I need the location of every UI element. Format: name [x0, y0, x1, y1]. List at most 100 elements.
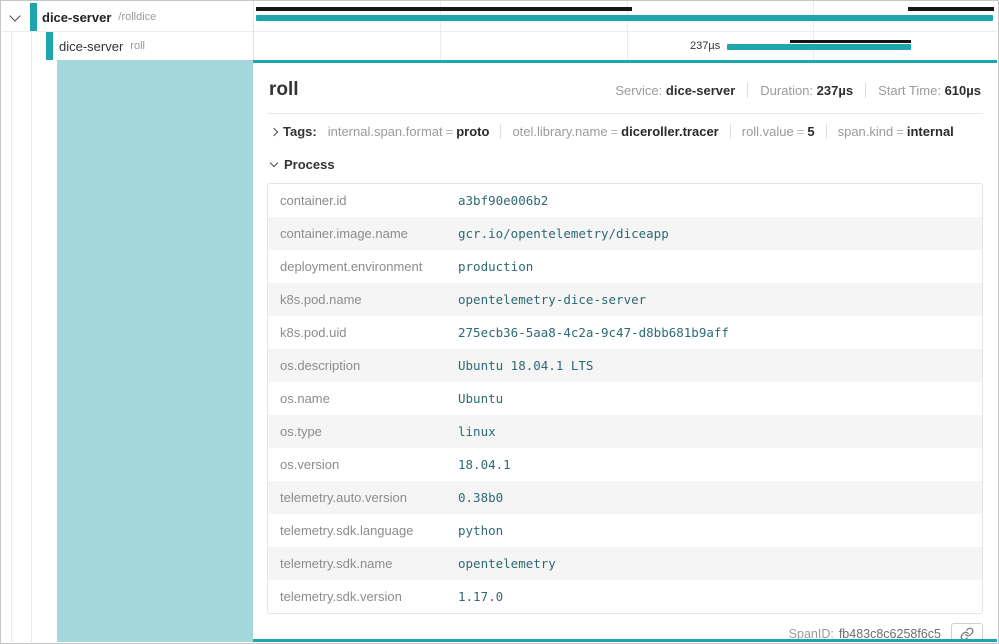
span-duration-label: 237µs	[690, 40, 720, 52]
chevron-right-icon	[270, 127, 278, 135]
process-value: opentelemetry	[446, 547, 982, 580]
table-row: os.nameUbuntu	[268, 382, 982, 415]
meta-duration: Duration: 237µs	[747, 83, 853, 98]
meta-service-label: Service:	[615, 83, 662, 98]
meta-duration-label: Duration:	[760, 83, 813, 98]
process-key: deployment.environment	[268, 250, 446, 283]
process-key-value-table: container.ida3bf90e006b2 container.image…	[267, 183, 983, 614]
process-value: python	[446, 514, 982, 547]
process-value: 1.17.0	[446, 580, 982, 613]
process-key: container.id	[268, 184, 446, 217]
tag-equals: =	[608, 124, 622, 139]
meta-service-value: dice-server	[666, 83, 735, 98]
expanded-span-accent[interactable]	[57, 60, 253, 642]
tag-key: span.kind	[838, 124, 894, 139]
span-detail-title: roll	[269, 79, 299, 101]
spanid-label: SpanID:	[789, 627, 834, 641]
collapse-chevron-down-icon[interactable]	[9, 10, 20, 21]
span-name-column[interactable]: dice-server roll	[2, 32, 253, 60]
process-key: os.version	[268, 448, 446, 481]
tag-value: diceroller.tracer	[621, 124, 719, 139]
span-timeline-cell[interactable]: 237µs	[253, 32, 997, 60]
tree-guide-line	[31, 32, 32, 642]
table-row: container.ida3bf90e006b2	[268, 184, 982, 217]
chevron-down-icon	[270, 159, 278, 167]
table-row: os.version18.04.1	[268, 448, 982, 481]
table-row: os.descriptionUbuntu 18.04.1 LTS	[268, 349, 982, 382]
span-row-root[interactable]: dice-server /rolldice	[2, 3, 997, 32]
span-timeline-cell[interactable]	[253, 3, 997, 31]
tag-value: 5	[807, 124, 814, 139]
span-bar-roll[interactable]	[727, 44, 912, 50]
tags-label: Tags:	[283, 124, 317, 139]
copy-deep-link-button[interactable]	[951, 623, 983, 642]
process-label: Process	[284, 157, 335, 172]
process-key: os.type	[268, 415, 446, 448]
tag-key: otel.library.name	[512, 124, 607, 139]
meta-duration-value: 237µs	[817, 83, 853, 98]
tag-value: internal	[907, 124, 954, 139]
table-row: deployment.environmentproduction	[268, 250, 982, 283]
process-key: k8s.pod.name	[268, 283, 446, 316]
span-bar-root[interactable]	[256, 15, 993, 21]
process-key: os.description	[268, 349, 446, 382]
table-row: k8s.pod.nameopentelemetry-dice-server	[268, 283, 982, 316]
span-detail-header: roll Service: dice-server Duration: 237µ…	[267, 73, 983, 114]
tag-item: span.kind=internal	[826, 124, 965, 139]
table-row: telemetry.sdk.languagepython	[268, 514, 982, 547]
process-value: production	[446, 250, 982, 283]
link-icon	[960, 627, 974, 641]
span-operation-name: /rolldice	[118, 11, 156, 23]
process-key: telemetry.sdk.name	[268, 547, 446, 580]
process-value: linux	[446, 415, 982, 448]
span-detail-footer: SpanID: fb483c8c6258f6c5	[267, 623, 983, 642]
meta-start-label: Start Time:	[878, 83, 941, 98]
tag-item: otel.library.name=diceroller.tracer	[500, 124, 729, 139]
meta-start-value: 610µs	[945, 83, 981, 98]
process-key: container.image.name	[268, 217, 446, 250]
tag-item: internal.span.format=proto	[317, 124, 501, 139]
critical-path-segment	[908, 7, 994, 11]
critical-path-segment	[790, 40, 911, 43]
tags-accordion-header[interactable]: Tags: internal.span.format=proto otel.li…	[267, 114, 983, 149]
span-service-name: dice-server	[59, 39, 123, 54]
process-key: telemetry.sdk.version	[268, 580, 446, 613]
process-key: telemetry.auto.version	[268, 481, 446, 514]
span-detail-panel: roll Service: dice-server Duration: 237µ…	[253, 60, 997, 642]
jaeger-trace-detail-view: dice-server /rolldice dice-server roll 2…	[0, 0, 999, 644]
tree-guide-line	[11, 32, 12, 642]
process-value: gcr.io/opentelemetry/diceapp	[446, 217, 982, 250]
span-operation-name: roll	[130, 40, 145, 52]
span-name-column[interactable]: dice-server /rolldice	[2, 3, 253, 31]
service-color-bar	[30, 3, 37, 31]
tag-value: proto	[456, 124, 489, 139]
spanid-value: fb483c8c6258f6c5	[839, 627, 941, 641]
process-value: a3bf90e006b2	[446, 184, 982, 217]
service-color-bar	[46, 32, 53, 60]
tag-equals: =	[443, 124, 457, 139]
table-row: k8s.pod.uid275ecb36-5aa8-4c2a-9c47-d8bb6…	[268, 316, 982, 349]
span-detail-meta: Service: dice-server Duration: 237µs Sta…	[615, 83, 981, 98]
process-key: telemetry.sdk.language	[268, 514, 446, 547]
process-key: k8s.pod.uid	[268, 316, 446, 349]
table-row: telemetry.auto.version0.38b0	[268, 481, 982, 514]
meta-start-time: Start Time: 610µs	[865, 83, 981, 98]
critical-path-segment	[256, 7, 632, 11]
span-row-roll[interactable]: dice-server roll 237µs	[2, 32, 997, 60]
process-accordion-header[interactable]: Process	[267, 149, 983, 181]
process-value: Ubuntu	[446, 382, 982, 415]
table-row: telemetry.sdk.version1.17.0	[268, 580, 982, 613]
span-service-name: dice-server	[42, 10, 111, 25]
tag-key: roll.value	[742, 124, 794, 139]
meta-service: Service: dice-server	[615, 83, 735, 98]
process-value: Ubuntu 18.04.1 LTS	[446, 349, 982, 382]
tag-key: internal.span.format	[328, 124, 443, 139]
process-value: opentelemetry-dice-server	[446, 283, 982, 316]
tag-item: roll.value=5	[730, 124, 826, 139]
process-value: 275ecb36-5aa8-4c2a-9c47-d8bb681b9aff	[446, 316, 982, 349]
tag-equals: =	[794, 124, 808, 139]
table-row: container.image.namegcr.io/opentelemetry…	[268, 217, 982, 250]
tag-equals: =	[893, 124, 907, 139]
process-value: 0.38b0	[446, 481, 982, 514]
process-value: 18.04.1	[446, 448, 982, 481]
